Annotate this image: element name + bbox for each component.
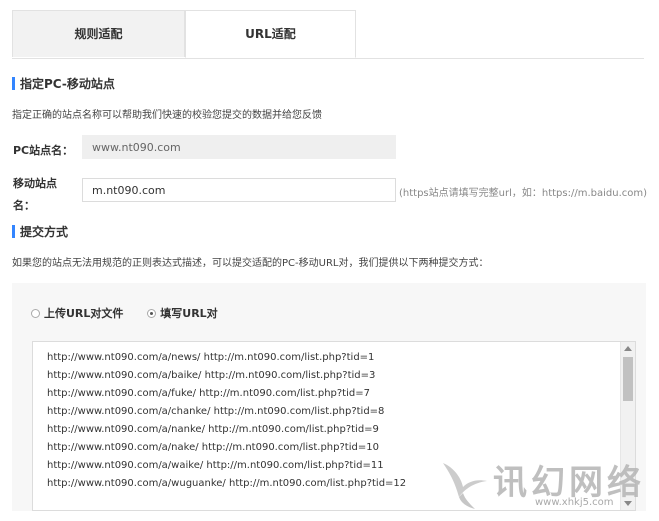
mobile-site-label: 移动站点: [13, 177, 57, 190]
url-pair-line: http://www.nt090.com/a/nake/ http://m.nt…: [47, 442, 379, 453]
mobile-site-field[interactable]: m.nt090.com: [82, 178, 396, 202]
mobile-site-hint: (https站点请填写完整url，如：https://m.baidu.com): [399, 188, 648, 199]
url-pair-line: http://www.nt090.com/a/waike/ http://m.n…: [47, 460, 384, 471]
radio-fill-url[interactable]: 填写URL对: [147, 305, 218, 321]
section-title-text: 指定PC-移动站点: [20, 77, 115, 91]
section-title-text: 提交方式: [20, 225, 69, 239]
pc-site-field[interactable]: www.nt090.com: [82, 135, 396, 159]
section-accent-bar: [12, 77, 15, 90]
scroll-up-arrow-icon[interactable]: [624, 346, 632, 351]
watermark-url: www.xhkj5.com: [535, 497, 614, 508]
pc-site-label: PC站点名：: [13, 144, 74, 157]
radio-label: 填写URL对: [160, 307, 218, 320]
url-pair-line: http://www.nt090.com/a/news/ http://m.nt…: [47, 352, 375, 363]
section-accent-bar: [12, 225, 15, 238]
tab-bar: 规则适配 URL适配: [12, 10, 644, 59]
radio-label: 上传URL对文件: [44, 307, 124, 320]
section-title-pc-mobile: 指定PC-移动站点: [12, 76, 115, 92]
url-pair-line: http://www.nt090.com/a/chanke/ http://m.…: [47, 406, 385, 417]
url-pair-line: http://www.nt090.com/a/nanke/ http://m.n…: [47, 424, 379, 435]
url-pairs-lines: http://www.nt090.com/a/news/ http://m.nt…: [47, 349, 406, 493]
tab-url-adapt[interactable]: URL适配: [185, 10, 356, 58]
watermark: 讯幻网络 www.xhkj5.com: [435, 451, 645, 515]
mobile-site-label-cont: 名：: [13, 199, 35, 212]
section-description: 指定正确的站点名称可以帮助我们快速的校验您提交的数据并给您反馈: [12, 110, 322, 121]
radio-selected-icon: [147, 309, 157, 318]
bird-logo-icon: [443, 463, 487, 509]
url-pair-line: http://www.nt090.com/a/fuke/ http://m.nt…: [47, 388, 370, 399]
tab-rule-adapt[interactable]: 规则适配: [12, 10, 185, 57]
url-pair-line: http://www.nt090.com/a/baike/ http://m.n…: [47, 370, 376, 381]
submit-method-radios: 上传URL对文件 填写URL对: [31, 305, 238, 321]
url-pair-line: http://www.nt090.com/a/wuguanke/ http://…: [47, 478, 407, 489]
submit-description: 如果您的站点无法用规范的正则表达式描述，可以提交适配的PC-移动URL对，我们提…: [12, 258, 489, 269]
radio-icon: [31, 309, 40, 318]
radio-upload-file[interactable]: 上传URL对文件: [31, 305, 123, 321]
section-title-submit: 提交方式: [12, 224, 68, 240]
scroll-thumb[interactable]: [623, 357, 633, 401]
